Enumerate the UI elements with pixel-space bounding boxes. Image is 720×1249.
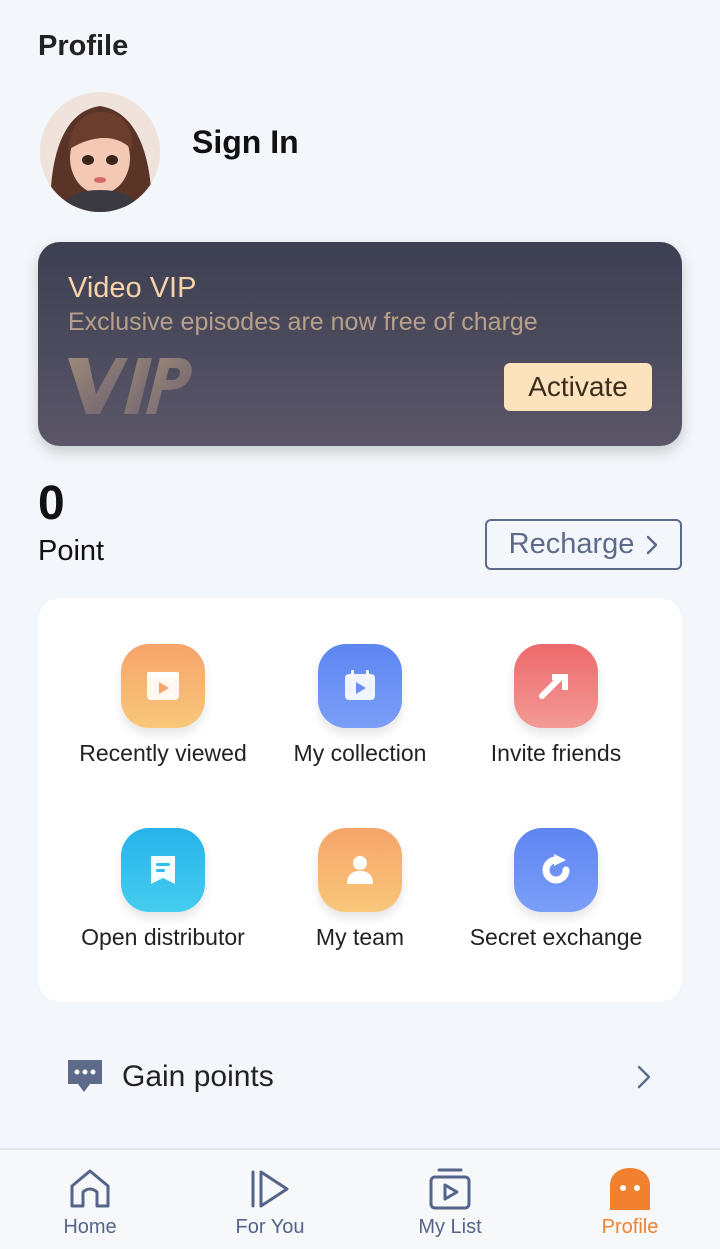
points-label: Point <box>38 535 105 567</box>
tile-invite-friends[interactable]: Invite friends <box>458 644 654 784</box>
chevron-right-icon <box>647 535 658 554</box>
bottom-tab-bar: Home For You My List Profile <box>0 1148 720 1249</box>
tile-recently-viewed[interactable]: Recently viewed <box>65 644 261 784</box>
exchange-icon <box>514 828 598 912</box>
vip-card[interactable]: Video VIP Exclusive episodes are now fre… <box>38 242 682 446</box>
recharge-label: Recharge <box>508 528 635 560</box>
share-arrow-icon <box>514 644 598 728</box>
feature-grid: Recently viewed My collection Invite fri… <box>38 598 682 1002</box>
tab-my-list[interactable]: My List <box>360 1150 540 1249</box>
playlist-icon <box>429 1168 471 1210</box>
tile-label: Recently viewed <box>79 740 247 766</box>
gain-points-label: Gain points <box>122 1060 274 1093</box>
sign-in-link[interactable]: Sign In <box>192 124 299 161</box>
person-icon <box>318 828 402 912</box>
gain-points-row[interactable]: Gain points <box>38 1040 682 1114</box>
points-value: 0 <box>38 477 65 530</box>
play-icon <box>251 1170 289 1208</box>
avatar-illustration <box>40 92 160 212</box>
tile-my-team[interactable]: My team <box>262 828 458 968</box>
bookmark-doc-icon <box>121 828 205 912</box>
tile-label: Secret exchange <box>469 924 643 950</box>
vip-title: Video VIP <box>68 272 197 304</box>
tab-label: For You <box>235 1216 305 1238</box>
vip-logo-icon <box>68 358 192 414</box>
tile-secret-exchange[interactable]: Secret exchange <box>458 828 654 968</box>
tile-label: My team <box>315 924 405 950</box>
tab-label: Home <box>63 1216 117 1238</box>
tab-profile[interactable]: Profile <box>540 1150 720 1249</box>
tile-label: My collection <box>293 740 427 766</box>
avatar[interactable] <box>40 92 160 212</box>
tab-home[interactable]: Home <box>0 1150 180 1249</box>
tab-for-you[interactable]: For You <box>180 1150 360 1249</box>
page-title: Profile <box>38 30 129 62</box>
tile-my-collection[interactable]: My collection <box>262 644 458 784</box>
activate-button[interactable]: Activate <box>504 363 652 411</box>
vip-subtitle: Exclusive episodes are now free of charg… <box>68 308 538 336</box>
tab-label: Profile <box>601 1216 659 1238</box>
tab-label: My List <box>418 1216 482 1238</box>
profile-face-icon <box>610 1168 650 1210</box>
chevron-right-icon <box>637 1065 651 1089</box>
recharge-button[interactable]: Recharge <box>485 519 682 570</box>
tile-open-distributor[interactable]: Open distributor <box>65 828 261 968</box>
message-dots-icon <box>68 1060 102 1092</box>
tile-label: Open distributor <box>81 924 245 950</box>
tile-label: Invite friends <box>490 740 622 766</box>
calendar-play-icon <box>318 644 402 728</box>
home-icon <box>70 1169 110 1208</box>
film-icon <box>121 644 205 728</box>
